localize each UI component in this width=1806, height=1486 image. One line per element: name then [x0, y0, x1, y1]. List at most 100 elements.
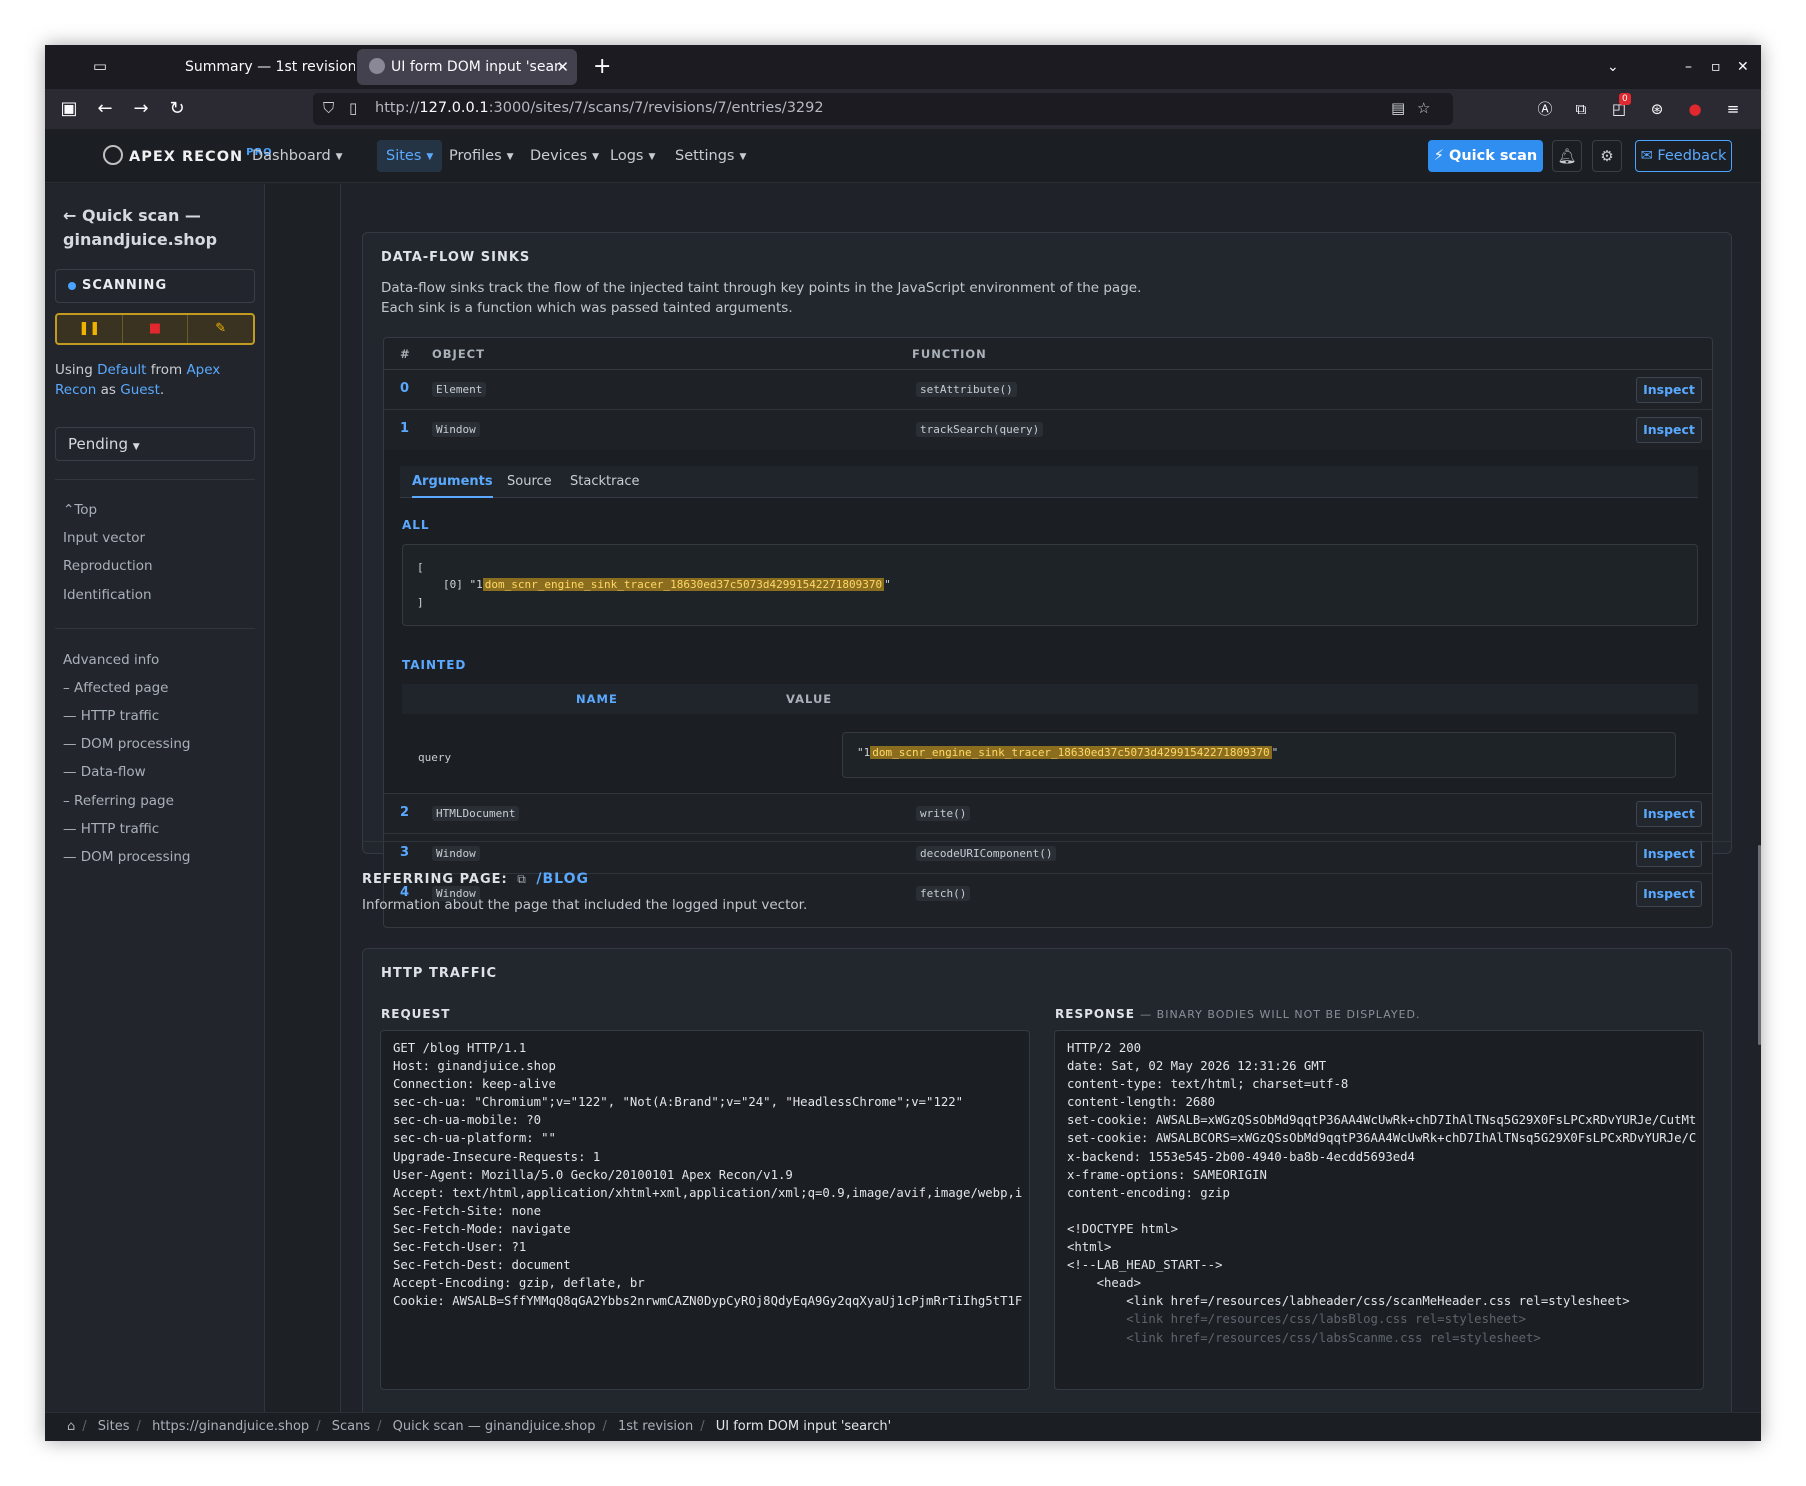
data-flow-sinks-panel: DATA-FLOW SINKS Data-flow sinks track th… — [362, 232, 1732, 928]
row-index: 0 — [400, 381, 410, 396]
breadcrumb-scan[interactable]: Quick scan — ginandjuice.shop — [393, 1419, 596, 1434]
forward-arrow-icon[interactable]: → — [127, 95, 155, 123]
row-object: HTMLDocument — [432, 806, 520, 821]
sync-icon[interactable]: ⊛ — [1645, 97, 1669, 121]
menu-profiles[interactable]: Profiles ▼ — [440, 140, 523, 172]
close-tab-icon[interactable]: ✕ — [556, 49, 569, 85]
inspect-button[interactable]: Inspect — [1636, 417, 1702, 443]
nav-affected-page[interactable]: – Affected page — [63, 680, 168, 696]
profile-link[interactable]: Default — [97, 362, 146, 378]
hamburger-menu-icon[interactable]: ≡ — [1721, 97, 1745, 121]
shield-icon[interactable]: ⛉ — [323, 99, 334, 117]
scrollbar[interactable] — [1758, 845, 1761, 1045]
inspect-button[interactable]: Inspect — [1636, 377, 1702, 403]
new-tab-icon[interactable]: + — [593, 53, 611, 81]
ublock-icon[interactable]: ● — [1683, 97, 1707, 121]
pause-icon[interactable]: ❚❚ — [57, 315, 123, 343]
row-object: Window — [432, 846, 480, 861]
settings-gear-icon[interactable]: ⚙ — [1592, 140, 1622, 172]
nav-top[interactable]: ⌃Top — [63, 502, 97, 518]
feedback-button[interactable]: ✉ Feedback — [1635, 140, 1732, 172]
browser-tab-active[interactable]: UI form DOM input 'search' ✕ — [357, 49, 577, 85]
nav-referring-http-traffic[interactable]: — HTTP traffic — [63, 821, 159, 837]
section-divider — [362, 841, 1732, 842]
breadcrumb-scans[interactable]: Scans — [332, 1419, 370, 1434]
nav-input-vector[interactable]: Input vector — [63, 530, 145, 546]
row-object: Element — [432, 382, 487, 397]
col-function: FUNCTION — [912, 347, 987, 361]
scan-back-link[interactable]: ← Quick scan — ginandjuice.shop — [63, 204, 253, 252]
nav-http-traffic[interactable]: — HTTP traffic — [63, 708, 159, 724]
extensions-icon[interactable]: ⧉ — [1569, 97, 1593, 121]
nav-identification[interactable]: Identification — [63, 587, 152, 603]
edit-icon[interactable]: ✎ — [188, 315, 253, 343]
tab-manager-icon[interactable]: ▭ — [89, 55, 111, 77]
inspect-button[interactable]: Inspect — [1636, 801, 1702, 827]
minimize-icon[interactable]: – — [1685, 53, 1692, 81]
nav-referring-page[interactable]: – Referring page — [63, 793, 174, 809]
home-icon[interactable]: ⌂ — [67, 1419, 75, 1434]
using-label: Using — [55, 362, 93, 378]
inspect-button[interactable]: Inspect — [1636, 841, 1702, 867]
close-window-icon[interactable]: ✕ — [1737, 53, 1749, 81]
menu-label: Dashboard — [252, 148, 331, 164]
notifications-bell-icon[interactable]: 🔔︎ — [1552, 140, 1582, 172]
reload-icon[interactable]: ↻ — [163, 95, 191, 123]
nav-reproduction[interactable]: Reproduction — [63, 558, 153, 574]
request-label: REQUEST — [381, 1007, 451, 1021]
referring-path-link[interactable]: /BLOG — [536, 871, 589, 887]
separator: / — [700, 1419, 705, 1434]
menu-settings[interactable]: Settings ▼ — [666, 140, 755, 172]
tab-arguments[interactable]: Arguments — [412, 474, 493, 498]
nav-advanced-info[interactable]: Advanced info — [63, 652, 159, 668]
bookmark-star-icon[interactable]: ☆ — [1417, 99, 1430, 117]
taint-highlight: dom_scnr_engine_sink_tracer_18630ed37c50… — [482, 578, 885, 591]
account-icon[interactable]: Ⓐ — [1533, 97, 1557, 121]
arguments-box: [ [0] "1 dom_scnr_engine_sink_tracer_1863… — [402, 544, 1698, 626]
nav-data-flow[interactable]: — Data-flow — [63, 764, 146, 780]
col-name: NAME — [576, 692, 618, 706]
as-label: as — [100, 382, 116, 398]
table-row[interactable]: 3 Window decodeURIComponent() Inspect — [384, 834, 1712, 874]
arg-open: [ — [417, 561, 424, 574]
address-bar[interactable]: ⛉ ▯ http://127.0.0.1:3000/sites/7/scans/… — [313, 93, 1453, 125]
url-text[interactable]: http://127.0.0.1:3000/sites/7/scans/7/re… — [375, 100, 824, 116]
menu-dashboard[interactable]: Dashboard ▼ — [243, 140, 352, 172]
stop-icon[interactable]: ■ — [123, 315, 189, 343]
page-icon[interactable]: ▯ — [349, 99, 357, 117]
tab-source[interactable]: Source — [507, 474, 552, 489]
nav-label: Top — [74, 502, 98, 518]
inspect-button[interactable]: Inspect — [1636, 881, 1702, 907]
sidebar-toggle-icon[interactable]: ▣ — [55, 95, 83, 123]
table-row[interactable]: 1 Window trackSearch(query) Inspect — [384, 410, 1712, 450]
breadcrumb-sites[interactable]: Sites — [98, 1419, 130, 1434]
breadcrumb-site[interactable]: https://ginandjuice.shop — [152, 1419, 309, 1434]
menu-devices[interactable]: Devices ▼ — [521, 140, 608, 172]
user-link[interactable]: Guest — [120, 382, 160, 398]
menu-sites[interactable]: Sites ▼ — [377, 140, 443, 172]
menu-logs[interactable]: Logs ▼ — [601, 140, 664, 172]
table-row[interactable]: 2 HTMLDocument write() Inspect — [384, 794, 1712, 834]
section-title: DATA-FLOW SINKS — [381, 250, 531, 265]
tab-list-chevron-icon[interactable]: ⌄ — [1607, 53, 1619, 81]
url-host: 127.0.0.1 — [419, 100, 489, 116]
nav-referring-dom-processing[interactable]: — DOM processing — [63, 849, 191, 865]
from-label: from — [150, 362, 183, 378]
brand-name: APEX RECON — [129, 149, 244, 165]
tab-title: UI form DOM input 'search' — [391, 59, 561, 75]
nav-dom-processing[interactable]: — DOM processing — [63, 736, 191, 752]
reader-view-icon[interactable]: ▤ — [1391, 99, 1405, 117]
back-arrow-icon[interactable]: ← — [91, 95, 119, 123]
tab-stacktrace[interactable]: Stacktrace — [570, 474, 640, 489]
breadcrumb-revision[interactable]: 1st revision — [618, 1419, 693, 1434]
response-code[interactable]: HTTP/2 200 date: Sat, 02 May 2026 12:31:… — [1054, 1030, 1704, 1390]
quick-scan-button[interactable]: ⚡ Quick scan — [1428, 140, 1543, 172]
all-label: ALL — [402, 518, 430, 532]
scan-info: Using Default from Apex Recon as Guest. — [55, 362, 221, 398]
filter-dropdown[interactable]: Pending ▼ — [55, 427, 255, 461]
external-link-icon[interactable]: ⧉ — [517, 873, 527, 885]
table-row[interactable]: 0 Element setAttribute() Inspect — [384, 370, 1712, 410]
scan-site: ginandjuice.shop — [63, 230, 218, 249]
request-code[interactable]: GET /blog HTTP/1.1 Host: ginandjuice.sho… — [380, 1030, 1030, 1390]
maximize-icon[interactable]: ▫ — [1711, 53, 1721, 81]
